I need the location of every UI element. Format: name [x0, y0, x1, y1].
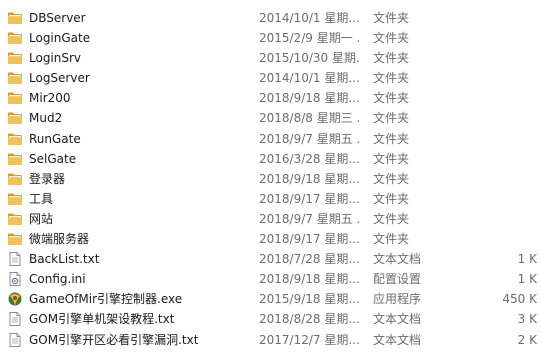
folder-row[interactable]: Mud2 2018/8/8 星期三 ... 文件夹: [0, 108, 541, 128]
folder-icon: [7, 132, 23, 146]
file-row[interactable]: Config.ini 2018/9/18 星期... 配置设置 1 K: [0, 269, 541, 289]
file-name: LoginGate: [29, 31, 91, 46]
config-file-icon: [7, 272, 23, 287]
file-name: LoginSrv: [29, 51, 82, 66]
file-type: 文件夹: [373, 191, 410, 206]
file-name: GameOfMir引擎控制器.exe: [29, 292, 183, 307]
file-name: DBServer: [29, 11, 86, 25]
folder-icon: [7, 232, 23, 246]
file-size: 3 K: [517, 312, 537, 327]
folder-row[interactable]: LogServer 2014/10/1 星期... 文件夹: [0, 68, 541, 88]
text-file-icon: [7, 312, 23, 327]
file-row[interactable]: GameOfMir引擎控制器.exe 2015/9/18 星期... 应用程序 450…: [0, 289, 541, 309]
folder-icon: [7, 111, 23, 125]
modified-date: 2015/2/9 星期一 ...: [259, 31, 359, 46]
file-row[interactable]: GOM引擎单机架设教程.txt 2018/8/28 星期... 文本文档 3 K: [0, 309, 541, 329]
modified-date: 2018/8/8 星期三 ...: [259, 111, 359, 126]
text-file-icon: [7, 332, 23, 347]
folder-row[interactable]: RunGate 2018/9/7 星期五 ... 文件夹: [0, 129, 541, 149]
file-row[interactable]: GOM引擎开区必看引擎漏洞.txt 2017/12/7 星期... 文本文档 2 K: [0, 330, 541, 350]
folder-row[interactable]: LoginSrv 2015/10/30 星期... 文件夹: [0, 48, 541, 68]
file-type: 文件夹: [373, 91, 410, 106]
file-name: GOM引擎开区必看引擎漏洞.txt: [29, 332, 199, 347]
file-type: 文件夹: [373, 11, 410, 25]
folder-icon: [7, 31, 23, 45]
folder-row[interactable]: 微端服务器 2018/9/17 星期... 文件夹: [0, 229, 541, 249]
file-name: SelGate: [29, 151, 77, 166]
file-name: RunGate: [29, 131, 81, 146]
file-name: Config.ini: [29, 272, 86, 287]
folder-icon: [7, 51, 23, 65]
application-icon: [7, 292, 23, 306]
folder-row[interactable]: 工具 2018/9/17 星期... 文件夹: [0, 189, 541, 209]
file-type: 文本文档: [373, 312, 422, 327]
modified-date: 2018/9/17 星期...: [259, 232, 359, 247]
folder-icon: [7, 11, 23, 25]
folder-icon: [7, 212, 23, 226]
folder-icon: [7, 91, 23, 105]
file-name: Mud2: [29, 111, 63, 126]
file-type: 文件夹: [373, 31, 410, 46]
file-type: 文本文档: [373, 332, 422, 347]
folder-row[interactable]: Mir200 2018/9/18 星期... 文件夹: [0, 88, 541, 108]
folder-icon: [7, 192, 23, 206]
modified-date: 2015/9/18 星期...: [259, 292, 359, 307]
modified-date: 2018/9/17 星期...: [259, 191, 359, 206]
file-name: 工具: [29, 191, 54, 206]
folder-row[interactable]: 网站 2018/9/7 星期五 ... 文件夹: [0, 209, 541, 229]
modified-date: 2018/9/18 星期...: [259, 91, 359, 106]
file-type: 文本文档: [373, 252, 422, 267]
file-type: 文件夹: [373, 151, 410, 166]
file-name: Mir200: [29, 91, 71, 106]
file-type: 应用程序: [373, 292, 422, 307]
file-size: 2 K: [517, 332, 537, 347]
modified-date: 2014/10/1 星期...: [259, 11, 359, 25]
file-size: 450 K: [502, 292, 537, 307]
modified-date: 2018/9/7 星期五 ...: [259, 211, 359, 226]
file-type: 文件夹: [373, 111, 410, 126]
folder-icon: [7, 152, 23, 166]
file-name: BackList.txt: [29, 252, 100, 267]
file-type: 文件夹: [373, 232, 410, 247]
file-type: 文件夹: [373, 171, 410, 186]
folder-row[interactable]: LoginGate 2015/2/9 星期一 ... 文件夹: [0, 28, 541, 48]
file-name: 微端服务器: [29, 232, 90, 247]
modified-date: 2018/9/18 星期...: [259, 272, 359, 287]
file-size: 1 K: [517, 272, 537, 287]
modified-date: 2017/12/7 星期...: [259, 332, 359, 347]
file-name: 登录器: [29, 171, 66, 186]
modified-date: 2018/9/7 星期五 ...: [259, 131, 359, 146]
file-type: 配置设置: [373, 272, 422, 287]
modified-date: 2018/7/28 星期...: [259, 252, 359, 267]
file-type: 文件夹: [373, 131, 410, 146]
file-row[interactable]: BackList.txt 2018/7/28 星期... 文本文档 1 K: [0, 249, 541, 269]
file-name: LogServer: [29, 71, 90, 86]
folder-row[interactable]: SelGate 2016/3/28 星期... 文件夹: [0, 149, 541, 169]
folder-row[interactable]: 登录器 2018/9/18 星期... 文件夹: [0, 169, 541, 189]
file-size: 1 K: [517, 252, 537, 267]
file-type: 文件夹: [373, 71, 410, 86]
modified-date: 2016/3/28 星期...: [259, 151, 359, 166]
file-type: 文件夹: [373, 211, 410, 226]
folder-icon: [7, 172, 23, 186]
file-name: GOM引擎单机架设教程.txt: [29, 312, 175, 327]
file-list: DBServer 2014/10/1 星期... 文件夹 LoginGate 2015…: [0, 8, 541, 350]
file-type: 文件夹: [373, 51, 410, 66]
text-file-icon: [7, 252, 23, 267]
file-name: 网站: [29, 211, 54, 226]
folder-row[interactable]: DBServer 2014/10/1 星期... 文件夹: [0, 8, 541, 28]
modified-date: 2015/10/30 星期...: [259, 51, 359, 66]
modified-date: 2018/9/18 星期...: [259, 171, 359, 186]
folder-icon: [7, 71, 23, 85]
modified-date: 2014/10/1 星期...: [259, 71, 359, 86]
modified-date: 2018/8/28 星期...: [259, 312, 359, 327]
